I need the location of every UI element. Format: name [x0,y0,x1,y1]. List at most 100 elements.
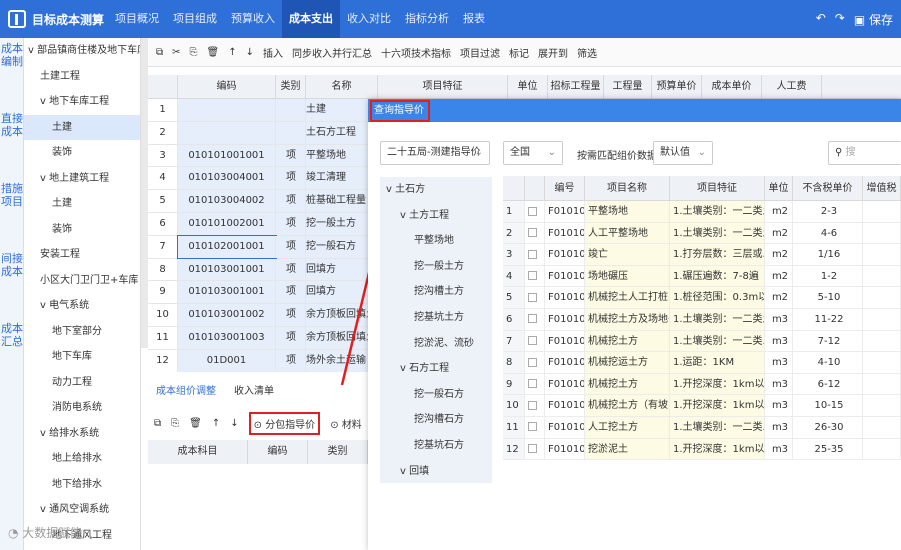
tree-item[interactable]: v 通风空调系统 [24,497,140,523]
tree-item[interactable]: v 地上建筑工程 [24,166,140,192]
tree-item[interactable]: 安装工程 [24,242,140,268]
subcontract-guide-price-button[interactable]: ⊙ 分包指导价 [248,411,321,435]
toolbar-btn-2[interactable]: 十六项技术指标 [381,45,451,60]
row-checkbox[interactable] [525,373,545,395]
cut-icon[interactable]: ✂ [172,47,180,58]
row-checkbox[interactable] [525,395,545,416]
checkbox[interactable] [528,336,537,346]
table-row[interactable]: 12 F0101010...挖淤泥土1.开挖深度：1km以内...m325-35 [503,438,901,461]
tree-item[interactable]: v 给排水系统 [24,421,140,447]
row-checkbox[interactable] [525,308,545,330]
menu-item-1[interactable]: 项目组成 [166,0,224,38]
guide-tree-item[interactable]: 挖基坑土方 [380,305,492,331]
tree-item[interactable]: 装饰 [24,140,140,166]
move-up-icon[interactable]: ↑ [228,47,236,58]
toolbar-btn-3[interactable]: 项目过滤 [460,45,500,60]
tab-cost-adjust[interactable]: 成本组价调整 [156,380,216,404]
checkbox[interactable] [528,228,537,238]
paste-icon[interactable]: ⎘ [190,47,198,58]
delete-icon[interactable]: 🗑 [189,418,202,429]
table-row[interactable]: 4 F0101010...场地碾压1.碾压遍数：7-8遍m21-2 [503,265,901,288]
row-checkbox[interactable] [525,265,545,287]
tree-item[interactable]: v 地下车库工程 [24,89,140,115]
checkbox[interactable] [528,314,537,324]
save-button[interactable]: ▣ 保存 [854,11,893,28]
tree-item[interactable]: 土建工程 [24,64,140,90]
side-tab-4[interactable]: 成本汇总 [0,318,24,388]
move-down-icon[interactable]: ↓ [230,418,238,429]
menu-item-4[interactable]: 收入对比 [340,0,398,38]
table-row[interactable]: 9 F0101010...机械挖土方1.开挖深度：1km以内...m36-12 [503,373,901,396]
checkbox[interactable] [528,271,537,281]
guide-tree-item[interactable]: 挖基坑石方 [380,433,492,459]
tree-item[interactable]: 地下给排水 [24,472,140,498]
tree-item[interactable]: 土建 [24,114,140,140]
tree-item[interactable]: 消防电系统 [24,395,140,421]
paste-icon[interactable]: ⎘ [171,418,179,429]
toolbar-btn-0[interactable]: 插入 [263,45,283,60]
menu-item-3[interactable]: 成本支出 [282,0,340,38]
move-down-icon[interactable]: ↓ [246,47,254,58]
toolbar-btn-4[interactable]: 标记 [509,45,529,60]
checkbox[interactable] [528,400,537,410]
guide-tree-item[interactable]: v 土方工程 [380,203,492,229]
filter-select[interactable]: 默认值 ⌄ [653,141,713,165]
guide-tree-item[interactable]: v 回填 [380,459,492,483]
price-source-select[interactable]: 二十五局-测建指导价 ⌄ [380,141,490,165]
row-checkbox[interactable] [525,416,545,438]
tree-item[interactable]: 装饰 [24,217,140,243]
guide-tree-item[interactable]: v 石方工程 [380,356,492,382]
guide-tree-item[interactable]: v 土石方 [380,177,492,203]
menu-item-0[interactable]: 项目概况 [108,0,166,38]
tree-item[interactable]: 小区大门卫门卫+车库 [24,268,140,294]
checkbox[interactable] [528,444,537,454]
guide-tree-item[interactable]: 挖一般土方 [380,254,492,280]
menu-item-6[interactable]: 报表 [456,0,492,38]
checkbox[interactable] [528,379,537,389]
row-checkbox[interactable] [525,330,545,352]
copy-icon[interactable]: ⧉ [156,47,163,58]
tree-item[interactable]: 地下车库 [24,344,140,370]
row-checkbox[interactable] [525,352,545,373]
tree-scrollbar[interactable] [141,38,148,348]
row-checkbox[interactable] [525,438,545,460]
side-tab-3[interactable]: 间接成本 [0,248,24,318]
guide-tree-item[interactable]: 平整场地 [380,228,492,254]
row-checkbox[interactable] [525,287,545,308]
table-row[interactable]: 3 F0101010...竣亡1.打夯层数：三层或...m21/16 [503,244,901,266]
checkbox[interactable] [528,206,537,216]
menu-item-2[interactable]: 预算收入 [224,0,282,38]
checkbox[interactable] [528,292,537,302]
table-row[interactable]: 5 F0101010...机械挖土人工打桩1.桩径范围：0.3m以上...m25-… [503,287,901,309]
table-row[interactable]: 1 F0101010...平整场地1.土壤类别：一二类土...m22-3 [503,201,901,223]
row-checkbox[interactable] [525,201,545,222]
side-tab-2[interactable]: 措施项目 [0,178,24,248]
table-row[interactable]: 6 F0101010...机械挖土方及场地平1.土壤类别：一二类土...m311-… [503,308,901,331]
undo-icon[interactable]: ↶ [816,11,826,28]
guide-tree-item[interactable]: 挖沟槽石方 [380,407,492,433]
side-tab-1[interactable]: 直接成本 [0,108,24,178]
copy-icon[interactable]: ⧉ [154,418,161,429]
delete-icon[interactable]: 🗑 [207,47,220,58]
checkbox[interactable] [528,357,537,367]
tree-item[interactable]: 地上给排水 [24,446,140,472]
tab-income-list[interactable]: 收入清单 [234,380,274,404]
menu-item-5[interactable]: 指标分析 [398,0,456,38]
move-up-icon[interactable]: ↑ [212,418,220,429]
tree-item[interactable]: 地下室部分 [24,319,140,345]
checkbox[interactable] [528,422,537,432]
row-checkbox[interactable] [525,222,545,244]
material-button[interactable]: ⊙ 材料 [330,416,362,431]
table-row[interactable]: 7 F0101010...机械挖土方1.土壤类别：一二类...m37-12 [503,330,901,353]
scope-select[interactable]: 全国 ⌄ [503,141,563,165]
table-row[interactable]: 8 F0101010...机械挖运土方1.运距：1KMm34-10 [503,352,901,374]
search-input[interactable]: ⚲ 搜 [828,141,901,165]
toolbar-btn-1[interactable]: 同步收入并行汇总 [292,45,372,60]
guide-tree-item[interactable]: 挖一般石方 [380,382,492,408]
redo-icon[interactable]: ↷ [835,11,845,28]
tree-item[interactable]: v 电气系统 [24,293,140,319]
table-row[interactable]: 10 F0101010...机械挖土方（有坡...1.开挖深度：1km以内...m… [503,395,901,417]
toolbar-btn-6[interactable]: 筛选 [577,45,597,60]
table-row[interactable]: 2 F0101010...人工平整场地1.土壤类别：一二类土...m24-6 [503,222,901,245]
table-row[interactable]: 11 F0101010...人工挖土方1.土壤类别：一二类...m326-30 [503,416,901,439]
